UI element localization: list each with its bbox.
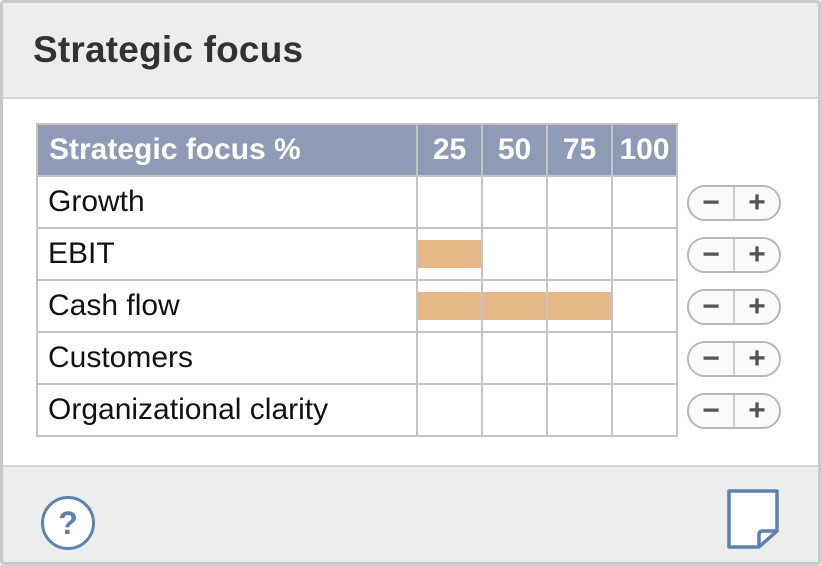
focus-stepper: − + bbox=[687, 393, 781, 429]
focus-cell-50 bbox=[481, 175, 548, 229]
row-label: Cash flow bbox=[36, 279, 418, 333]
note-icon[interactable] bbox=[725, 487, 781, 551]
increase-button[interactable]: + bbox=[733, 395, 779, 427]
focus-bar-segment bbox=[483, 292, 546, 320]
grid-header-label: Strategic focus % bbox=[36, 123, 418, 177]
grid-header-row: Strategic focus % 25 50 75 100 bbox=[36, 123, 678, 177]
focus-bar-segment bbox=[418, 240, 481, 268]
decrease-button[interactable]: − bbox=[689, 395, 733, 427]
focus-bar-segment bbox=[418, 292, 481, 320]
focus-cell-50 bbox=[481, 383, 548, 437]
focus-cell-50 bbox=[481, 331, 548, 385]
row-label: Customers bbox=[36, 331, 418, 385]
table-row: EBIT bbox=[36, 227, 678, 281]
increase-button[interactable]: + bbox=[733, 291, 779, 323]
table-row: Cash flow bbox=[36, 279, 678, 333]
increase-button[interactable]: + bbox=[733, 343, 779, 375]
column-header-25: 25 bbox=[416, 123, 483, 177]
focus-cell-50 bbox=[481, 227, 548, 281]
increase-button[interactable]: + bbox=[733, 239, 779, 271]
help-icon-glyph: ? bbox=[58, 504, 78, 541]
focus-cell-25 bbox=[416, 227, 483, 281]
column-header-50: 50 bbox=[481, 123, 548, 177]
table-row: Organizational clarity bbox=[36, 383, 678, 437]
focus-cell-100 bbox=[611, 175, 678, 229]
focus-cell-100 bbox=[611, 279, 678, 333]
panel-footer: ? bbox=[3, 465, 818, 562]
strategic-focus-grid: Strategic focus % 25 50 75 100 Growth EBI… bbox=[36, 123, 678, 437]
focus-cell-75 bbox=[546, 279, 613, 333]
column-header-75: 75 bbox=[546, 123, 613, 177]
focus-bar-segment bbox=[548, 292, 611, 320]
help-icon[interactable]: ? bbox=[41, 496, 95, 550]
focus-cell-100 bbox=[611, 331, 678, 385]
decrease-button[interactable]: − bbox=[689, 291, 733, 323]
focus-cell-100 bbox=[611, 383, 678, 437]
row-label: EBIT bbox=[36, 227, 418, 281]
focus-stepper: − + bbox=[687, 185, 781, 221]
row-label: Growth bbox=[36, 175, 418, 229]
focus-stepper: − + bbox=[687, 237, 781, 273]
focus-cell-50 bbox=[481, 279, 548, 333]
table-row: Customers bbox=[36, 331, 678, 385]
panel-header: Strategic focus bbox=[3, 3, 818, 99]
focus-stepper: − + bbox=[687, 341, 781, 377]
decrease-button[interactable]: − bbox=[689, 187, 733, 219]
row-label: Organizational clarity bbox=[36, 383, 418, 437]
focus-cell-75 bbox=[546, 227, 613, 281]
decrease-button[interactable]: − bbox=[689, 239, 733, 271]
column-header-100: 100 bbox=[611, 123, 678, 177]
decrease-button[interactable]: − bbox=[689, 343, 733, 375]
focus-stepper: − + bbox=[687, 289, 781, 325]
table-row: Growth bbox=[36, 175, 678, 229]
focus-cell-100 bbox=[611, 227, 678, 281]
panel-title: Strategic focus bbox=[33, 29, 304, 70]
focus-cell-25 bbox=[416, 383, 483, 437]
focus-cell-75 bbox=[546, 175, 613, 229]
increase-button[interactable]: + bbox=[733, 187, 779, 219]
focus-cell-75 bbox=[546, 383, 613, 437]
focus-cell-25 bbox=[416, 175, 483, 229]
focus-cell-75 bbox=[546, 331, 613, 385]
focus-cell-25 bbox=[416, 331, 483, 385]
strategic-focus-panel: Strategic focus Strategic focus % 25 50 … bbox=[0, 0, 821, 565]
focus-cell-25 bbox=[416, 279, 483, 333]
